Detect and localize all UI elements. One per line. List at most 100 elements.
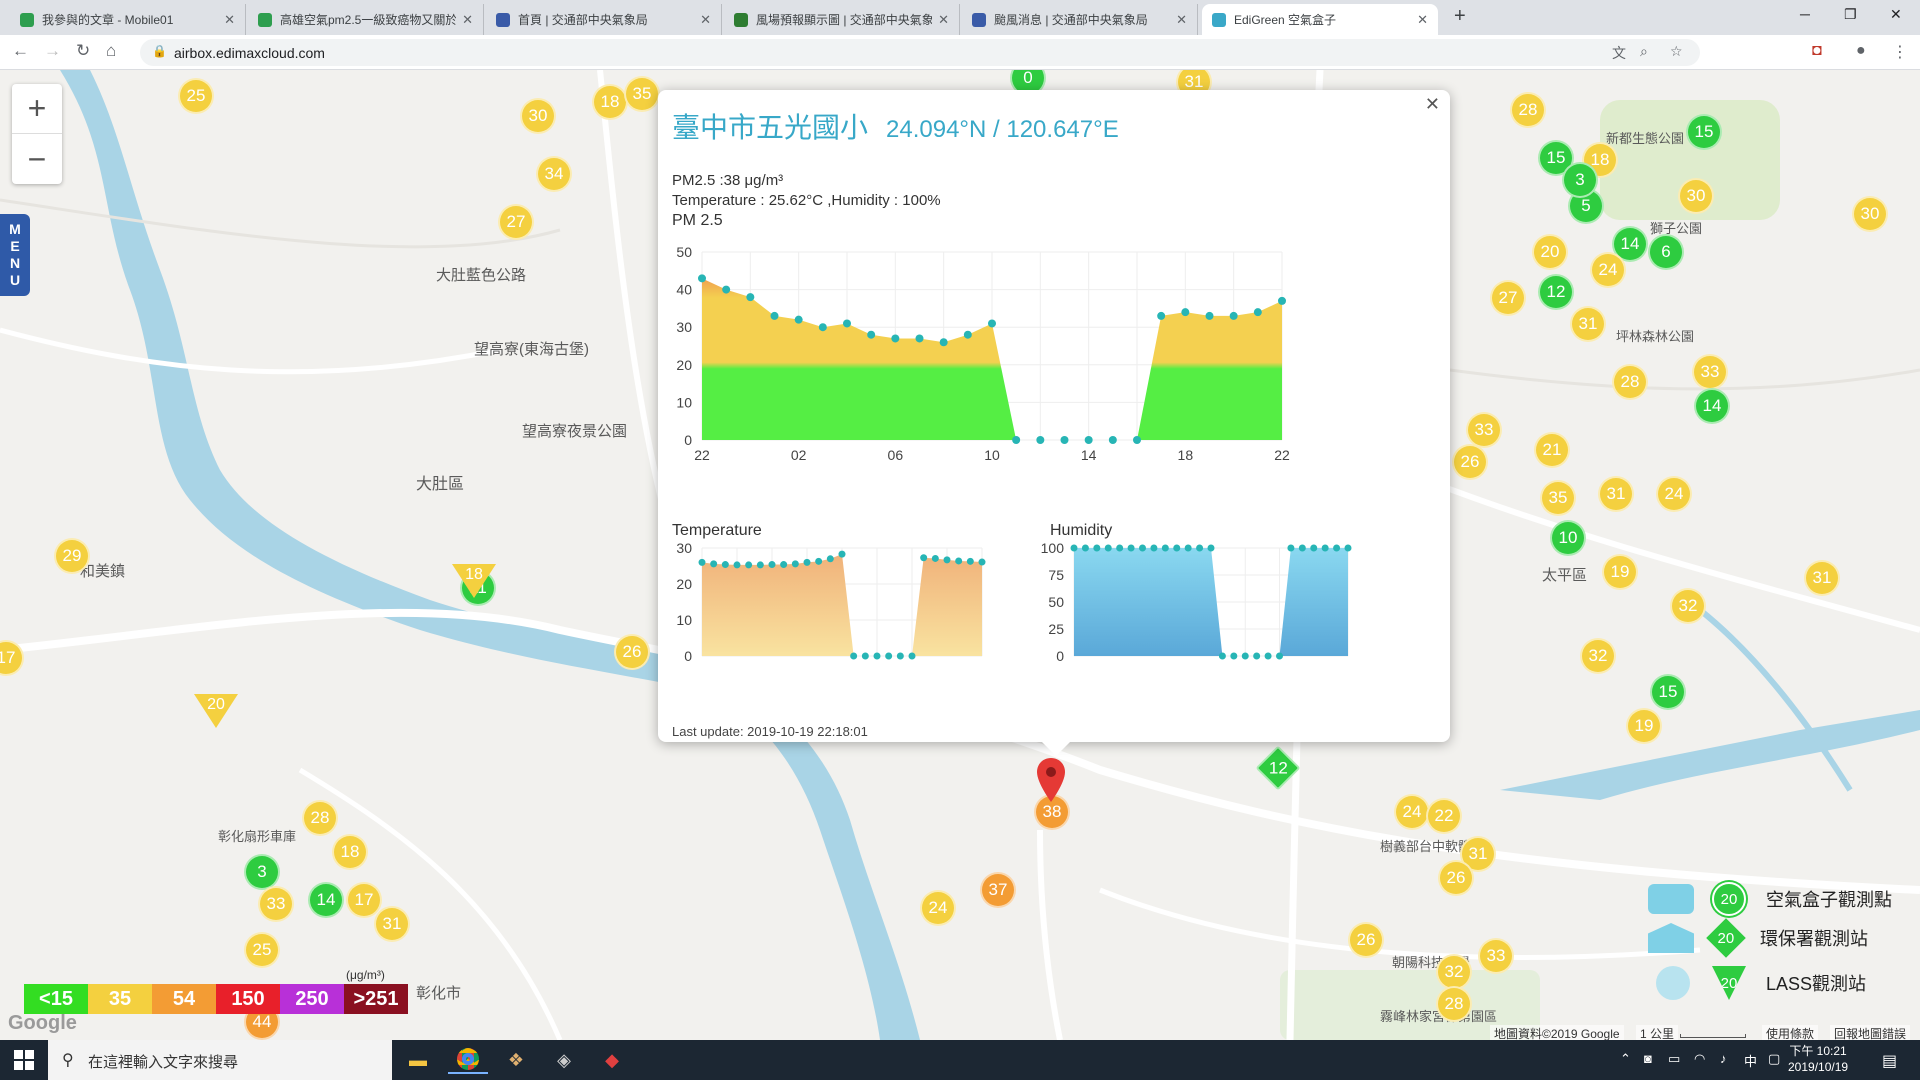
volume-icon[interactable]: ♪ [1720, 1051, 1727, 1066]
airbox-marker[interactable]: 27 [1490, 280, 1526, 316]
popup-close-button[interactable]: ✕ [1425, 94, 1440, 115]
airbox-marker[interactable]: 31 [374, 906, 410, 942]
airbox-marker[interactable]: 14 [1694, 388, 1730, 424]
airbox-marker[interactable]: 26 [1438, 860, 1474, 896]
airbox-marker[interactable]: 3 [244, 854, 280, 890]
airbox-marker[interactable]: 33 [1478, 938, 1514, 974]
windows-start-icon[interactable] [14, 1050, 34, 1070]
tab-close-icon[interactable]: ✕ [1176, 12, 1187, 28]
new-tab-button[interactable]: + [1454, 5, 1466, 28]
airbox-marker[interactable]: 28 [1612, 364, 1648, 400]
taskbar-search[interactable]: ⚲ 在這裡輸入文字來搜尋 [48, 1040, 392, 1080]
extension-icon[interactable]: ◘ [1812, 42, 1822, 60]
zoom-icon[interactable]: ⌕ [1640, 43, 1648, 60]
airbox-marker[interactable]: 25 [244, 932, 280, 968]
airbox-marker[interactable]: 24 [1656, 476, 1692, 512]
app-icon[interactable]: ◆ [592, 1046, 632, 1074]
profile-icon[interactable]: ● [1856, 42, 1866, 60]
airbox-marker[interactable]: 31 [1804, 560, 1840, 596]
airbox-marker[interactable]: 15 [1686, 114, 1722, 150]
location-pin-icon[interactable] [1036, 758, 1066, 802]
airbox-marker[interactable]: 30 [520, 98, 556, 134]
airbox-marker[interactable]: 29 [54, 538, 90, 574]
app-icon[interactable]: ❖ [496, 1046, 536, 1074]
airbox-marker[interactable]: 33 [258, 886, 294, 922]
tab-2[interactable]: 首頁 | 交通部中央氣象局 ✕ [486, 4, 722, 35]
airbox-marker[interactable]: 33 [1692, 354, 1728, 390]
tab-close-icon[interactable]: ✕ [938, 12, 949, 28]
tray-expand-icon[interactable]: ⌃ [1620, 1051, 1631, 1067]
airbox-marker[interactable]: 37 [980, 872, 1016, 908]
airbox-marker[interactable]: 28 [1436, 986, 1472, 1022]
action-center-icon[interactable]: ▤ [1882, 1051, 1897, 1071]
airbox-marker[interactable]: 14 [308, 882, 344, 918]
translate-icon[interactable]: 文 [1612, 43, 1626, 63]
airbox-marker[interactable]: 26 [614, 634, 650, 670]
airbox-marker[interactable]: 3 [1562, 162, 1598, 198]
airbox-marker[interactable]: 32 [1436, 954, 1472, 990]
airbox-marker[interactable]: 24 [1590, 252, 1626, 288]
tab-close-icon[interactable]: ✕ [1417, 12, 1428, 28]
network-icon[interactable]: ◠ [1694, 1051, 1705, 1067]
airbox-marker[interactable]: 12 [1538, 274, 1574, 310]
map-canvas[interactable]: 大肚藍色公路 望高寮(東海古堡) 望高寮夜景公園 大肚區 和美鎮 彰化市 太平區… [0, 70, 1920, 1040]
app-icon[interactable]: ◈ [544, 1046, 584, 1074]
security-tray-icon[interactable]: ◙ [1644, 1051, 1652, 1066]
airbox-marker[interactable]: 33 [1466, 412, 1502, 448]
airbox-marker[interactable]: 35 [1540, 480, 1576, 516]
airbox-marker[interactable]: 25 [178, 78, 214, 114]
file-explorer-icon[interactable]: ▬ [398, 1046, 438, 1074]
url-text[interactable]: airbox.edimaxcloud.com [174, 45, 325, 61]
airbox-marker[interactable]: 6 [1648, 234, 1684, 270]
restore-button[interactable]: ❐ [1844, 6, 1857, 23]
airbox-marker[interactable]: 28 [302, 800, 338, 836]
airbox-marker[interactable]: 22 [1426, 798, 1462, 834]
tab-5-active[interactable]: EdiGreen 空氣盒子 ✕ [1202, 4, 1438, 35]
airbox-marker[interactable]: 26 [1348, 922, 1384, 958]
airbox-marker[interactable]: 24 [1394, 794, 1430, 830]
back-arrow-icon[interactable]: ← [12, 41, 29, 61]
zoom-in-button[interactable]: + [12, 84, 62, 134]
tab-close-icon[interactable]: ✕ [700, 12, 711, 28]
airbox-marker[interactable]: 31 [1598, 476, 1634, 512]
tab-close-icon[interactable]: ✕ [462, 12, 473, 28]
ime-indicator[interactable]: 中 [1744, 1051, 1757, 1070]
airbox-marker[interactable]: 18 [592, 84, 628, 120]
airbox-marker[interactable]: 34 [536, 156, 572, 192]
bookmark-star-icon[interactable]: ☆ [1670, 43, 1683, 60]
tab-close-icon[interactable]: ✕ [224, 12, 235, 28]
tab-4[interactable]: 颱風消息 | 交通部中央氣象局 ✕ [962, 4, 1198, 35]
minimize-button[interactable]: ─ [1800, 6, 1810, 22]
airbox-marker[interactable]: 32 [1670, 588, 1706, 624]
close-window-button[interactable]: ✕ [1890, 6, 1902, 23]
airbox-marker[interactable]: 10 [1550, 520, 1586, 556]
address-bar[interactable]: 🔒 airbox.edimaxcloud.com 文 ⌕ ☆ [140, 39, 1700, 66]
airbox-marker[interactable]: 26 [1452, 444, 1488, 480]
system-clock[interactable]: 下午 10:21 2019/10/19 [1788, 1043, 1848, 1075]
menu-button[interactable]: MENU [0, 214, 30, 296]
airbox-marker[interactable]: 18 [332, 834, 368, 870]
terms-link[interactable]: 使用條款 [1762, 1025, 1819, 1040]
airbox-marker[interactable]: 21 [1534, 432, 1570, 468]
airbox-marker[interactable]: 35 [624, 76, 660, 112]
reload-icon[interactable]: ↻ [76, 41, 90, 61]
tab-3[interactable]: 風場預報顯示圖 | 交通部中央氣象 ✕ [724, 4, 960, 35]
airbox-marker[interactable]: 15 [1650, 674, 1686, 710]
tab-0[interactable]: 我參與的文章 - Mobile01 ✕ [10, 4, 246, 35]
airbox-marker[interactable]: 19 [1602, 554, 1638, 590]
airbox-marker[interactable]: 30 [1678, 178, 1714, 214]
airbox-marker[interactable]: 27 [498, 204, 534, 240]
lass-station-marker[interactable]: 18 [452, 564, 496, 598]
more-menu-icon[interactable]: ⋮ [1892, 42, 1908, 62]
airbox-marker[interactable]: 30 [1852, 196, 1888, 232]
home-icon[interactable]: ⌂ [106, 41, 116, 61]
forward-arrow-icon[interactable]: → [44, 41, 61, 61]
battery-icon[interactable]: ▭ [1668, 1051, 1680, 1067]
chrome-icon[interactable] [448, 1046, 488, 1074]
airbox-marker[interactable]: 31 [1570, 306, 1606, 342]
notification-tray-icon[interactable]: ▢ [1768, 1051, 1780, 1067]
airbox-marker[interactable]: 24 [920, 890, 956, 926]
zoom-out-button[interactable]: − [12, 134, 62, 184]
airbox-marker[interactable]: 19 [1626, 708, 1662, 744]
tab-1[interactable]: 高雄空氣pm2.5一級致癌物又關於 ✕ [248, 4, 484, 35]
